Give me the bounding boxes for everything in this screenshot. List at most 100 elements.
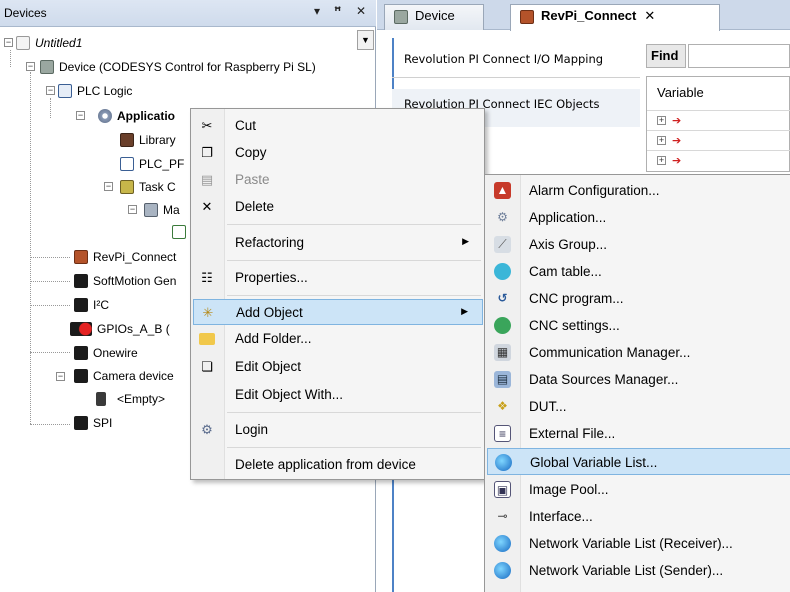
menu-item-label: Application... [529,210,607,225]
menu-item-cut[interactable]: ✂ Cut [193,113,483,139]
menu-item-refactoring[interactable]: Refactoring ▶ [193,230,483,256]
submenu-item-interface[interactable]: ⊸ Interface... [487,503,790,530]
tree-item-empty-slot[interactable]: <Empty> [96,389,165,409]
login-icon: ⚙ [201,422,213,437]
pane-pin-button[interactable]: ꟸ [334,4,341,18]
table-row[interactable]: + ➔ [647,150,790,170]
tree-item-main-task[interactable]: Ma [144,200,180,220]
tree-item-label: I²C [93,298,109,312]
expand-toggle[interactable]: − [56,372,65,381]
tree-item-onewire[interactable]: Onewire [74,343,138,363]
submenu-item-axis-group[interactable]: ⟋ Axis Group... [487,231,790,258]
submenu-item-global-variable-list[interactable]: Global Variable List... [487,448,790,475]
variable-icon: ➔ [672,155,682,167]
menu-item-label: External File... [529,426,616,441]
tree-line [30,352,70,353]
menu-item-delete-application[interactable]: Delete application from device [193,452,483,478]
submenu-item-cam-table[interactable]: Cam table... [487,258,790,285]
menu-item-label: CNC program... [529,291,624,306]
menu-item-label: Refactoring [235,235,305,250]
expand-toggle[interactable]: − [26,62,35,71]
menu-item-add-folder[interactable]: Add Folder... [193,326,483,352]
tree-item-revpi[interactable]: RevPi_Connect [74,247,176,267]
tree-line [50,98,51,118]
submenu-item-dut[interactable]: ❖ DUT... [487,393,790,420]
tree-item-task-call[interactable] [172,222,191,242]
submenu-item-nvl-receiver[interactable]: Network Variable List (Receiver)... [487,530,790,557]
gpio-error-icon [70,322,92,336]
tree-line [30,72,31,424]
find-input[interactable] [688,44,790,68]
tab-label: Device [415,8,455,23]
devices-pane-header: Devices ▾ ꟸ ✕ [0,0,376,27]
tree-item-device[interactable]: Device (CODESYS Control for Raspberry Pi… [40,57,316,77]
expand-toggle[interactable]: − [104,182,113,191]
submenu-item-cnc-settings[interactable]: CNC settings... [487,312,790,339]
expand-toggle[interactable]: − [76,111,85,120]
menu-item-edit-object-with[interactable]: Edit Object With... [193,382,483,408]
menu-item-properties[interactable]: ☷ Properties... [193,265,483,291]
tree-item-library[interactable]: Library [120,130,176,150]
expand-toggle[interactable]: − [4,38,13,47]
menu-item-label: Communication Manager... [529,345,691,360]
expand-toggle[interactable]: + [657,116,666,125]
tree-item-plc-prg[interactable]: PLC_PF [120,154,184,174]
pane-dropdown-button[interactable]: ▾ [314,4,320,18]
menu-item-label: Axis Group... [529,237,608,252]
menu-item-edit-object[interactable]: ❏ Edit Object [193,354,483,380]
expand-toggle[interactable]: − [46,86,55,95]
expand-toggle[interactable]: + [657,156,666,165]
submenu-item-nvl-sender[interactable]: Network Variable List (Sender)... [487,557,790,584]
tree-item-camera[interactable]: Camera device [74,366,174,386]
tree-item-plc-logic[interactable]: PLC Logic [58,81,132,101]
submenu-item-application[interactable]: ⚙ Application... [487,204,790,231]
menu-item-login[interactable]: ⚙ Login [193,417,483,443]
cnc-program-icon: ↺ [497,291,508,305]
menu-item-label: DUT... [529,399,567,414]
tree-line [30,305,70,306]
tab-io-mapping[interactable]: Revolution PI Connect I/O Mapping [392,40,640,78]
expand-toggle[interactable]: − [128,205,137,214]
tree-item-label: Camera device [93,369,174,383]
tree-item-project[interactable]: Untitled1 [16,33,82,53]
menu-item-paste[interactable]: ▤ Paste [193,167,483,193]
tab-device[interactable]: Device [384,4,484,30]
dut-icon: ❖ [497,399,508,413]
submenu-item-communication-manager[interactable]: ▦ Communication Manager... [487,339,790,366]
tab-revpi-connect[interactable]: RevPi_Connect ✕ [510,4,720,31]
submenu-item-external-file[interactable]: ≡ External File... [487,420,790,447]
menu-item-label: Login [235,422,269,437]
globe-icon [495,454,512,471]
table-row[interactable]: + ➔ [647,130,790,150]
menu-separator [227,447,481,448]
tree-item-application[interactable]: Applicatio [98,106,175,126]
tree-item-i2c[interactable]: I²C [74,295,109,315]
submenu-item-image-pool[interactable]: ▣ Image Pool... [487,476,790,503]
tree-item-spi[interactable]: SPI [74,413,112,433]
tree-dropdown-button[interactable]: ▼ [357,30,374,50]
tree-item-task-config[interactable]: Task C [120,177,176,197]
submenu-item-cnc-program[interactable]: ↺ CNC program... [487,285,790,312]
expand-toggle[interactable]: + [657,136,666,145]
menu-item-copy[interactable]: ❐ Copy [193,140,483,166]
submenu-item-data-sources-manager[interactable]: ▤ Data Sources Manager... [487,366,790,393]
menu-item-label: CNC settings... [529,318,620,333]
menu-item-add-object[interactable]: ✳ Add Object ▶ [193,299,483,325]
tab-close-button[interactable]: ✕ [644,8,655,23]
menu-item-label: Interface... [529,509,593,524]
copy-icon: ❐ [201,145,213,160]
menu-item-label: Add Folder... [235,331,312,346]
image-pool-icon: ▣ [494,481,511,498]
menu-item-delete[interactable]: ✕ Delete [193,194,483,220]
find-button[interactable]: Find [646,44,686,68]
menu-item-label: Copy [235,145,267,160]
add-object-submenu: ▲ Alarm Configuration... ⚙ Application... … [484,174,790,592]
tree-item-softmotion[interactable]: SoftMotion Gen [74,271,176,291]
connector-icon [74,298,88,312]
submenu-item-alarm-configuration[interactable]: ▲ Alarm Configuration... [487,177,790,204]
menu-item-label: Data Sources Manager... [529,372,679,387]
tree-item-gpios[interactable]: GPIOs_A_B ( [70,319,170,339]
table-row[interactable]: + ➔ [647,110,790,130]
pane-close-button[interactable]: ✕ [356,4,366,18]
menu-item-label: Network Variable List (Receiver)... [529,536,733,551]
